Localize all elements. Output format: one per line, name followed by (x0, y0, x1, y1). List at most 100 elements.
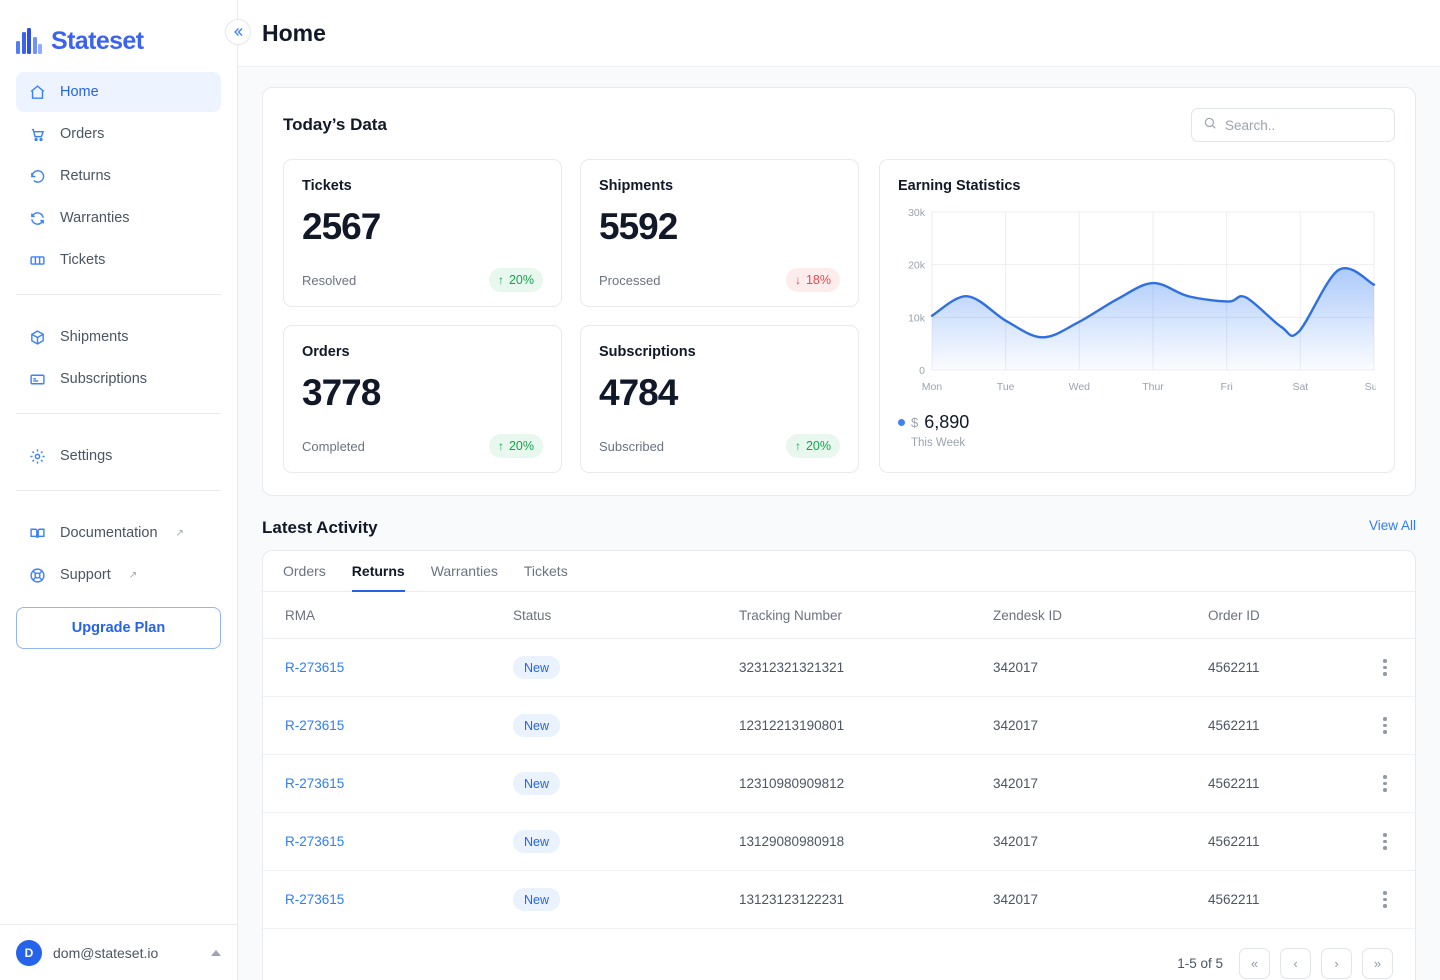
external-link-icon: ↗ (176, 528, 184, 539)
sidebar-item-settings[interactable]: Settings (16, 436, 221, 476)
pagination-first-button[interactable]: « (1239, 948, 1270, 979)
page-title: Home (262, 20, 326, 47)
view-all-link[interactable]: View All (1369, 518, 1416, 533)
stat-card-sublabel: Subscribed (599, 439, 664, 454)
column-header-tracking: Tracking Number (739, 592, 993, 639)
sidebar-item-returns[interactable]: Returns (16, 156, 221, 196)
stat-card-subscriptions[interactable]: Subscriptions 4784 Subscribed ↑ 20% (580, 325, 859, 473)
table-header-row: RMA Status Tracking Number Zendesk ID Or… (263, 592, 1415, 639)
sidebar-item-label: Subscriptions (60, 371, 147, 387)
brand[interactable]: Stateset (0, 0, 237, 62)
sidebar-item-shipments[interactable]: Shipments (16, 317, 221, 357)
stat-card-label: Tickets (302, 178, 543, 194)
sidebar-item-documentation[interactable]: Documentation ↗ (16, 513, 221, 553)
search-icon (1203, 116, 1217, 135)
tab-returns[interactable]: Returns (352, 551, 405, 592)
stat-card-footer: Completed ↑ 20% (302, 434, 543, 458)
stat-card-orders[interactable]: Orders 3778 Completed ↑ 20% (283, 325, 562, 473)
sidebar-nav: Home Orders Returns Warranties Tickets (0, 62, 237, 282)
order-id: 4562211 (1208, 892, 1260, 907)
content-canvas: Today’s Data Tickets 2567 (238, 66, 1440, 980)
row-actions-menu-icon[interactable] (1355, 891, 1415, 908)
earning-chart: 010k20k30kMonTueWedThurFriSatSun (898, 204, 1376, 404)
stat-card-value: 3778 (302, 372, 543, 414)
stat-cards-row-1: Tickets 2567 Resolved ↑ 20% (283, 159, 859, 307)
upgrade-plan-button[interactable]: Upgrade Plan (16, 607, 221, 649)
table-row[interactable]: R-273615New123122131908013420174562211 (263, 697, 1415, 755)
tab-tickets[interactable]: Tickets (524, 551, 568, 592)
upgrade-plan-container: Upgrade Plan (0, 597, 237, 649)
stat-card-value: 5592 (599, 206, 840, 248)
cart-icon (28, 125, 46, 143)
search-box[interactable] (1191, 108, 1395, 142)
user-account-bar[interactable]: D dom@stateset.io (0, 924, 237, 980)
tab-orders[interactable]: Orders (283, 551, 326, 592)
caret-up-icon[interactable] (211, 950, 221, 956)
arrow-up-icon: ↑ (795, 439, 801, 453)
search-input[interactable] (1225, 118, 1383, 133)
sidebar-item-label: Home (60, 84, 99, 100)
sidebar-item-label: Documentation (60, 525, 158, 541)
stat-card-tickets[interactable]: Tickets 2567 Resolved ↑ 20% (283, 159, 562, 307)
status-badge: New (513, 772, 560, 795)
row-actions-menu-icon[interactable] (1355, 775, 1415, 792)
home-icon (28, 83, 46, 101)
table-row[interactable]: R-273615New131231231222313420174562211 (263, 871, 1415, 929)
svg-text:Mon: Mon (922, 381, 943, 393)
zendesk-id: 342017 (993, 776, 1038, 791)
table-row[interactable]: R-273615New323123213213213420174562211 (263, 639, 1415, 697)
status-badge: ↑ 20% (489, 434, 543, 458)
avatar: D (16, 940, 42, 966)
rma-link[interactable]: R-273615 (285, 892, 344, 907)
delta-value: 20% (806, 439, 831, 453)
activity-tabs: Orders Returns Warranties Tickets (263, 551, 1415, 592)
chart-amount: 6,890 (924, 412, 969, 433)
rma-link[interactable]: R-273615 (285, 834, 344, 849)
sidebar-item-orders[interactable]: Orders (16, 114, 221, 154)
status-badge: ↑ 20% (786, 434, 840, 458)
zendesk-id: 342017 (993, 892, 1038, 907)
pagination-last-button[interactable]: » (1362, 948, 1393, 979)
table-row[interactable]: R-273615New123109809098123420174562211 (263, 755, 1415, 813)
rma-link[interactable]: R-273615 (285, 718, 344, 733)
rma-link[interactable]: R-273615 (285, 776, 344, 791)
row-actions-menu-icon[interactable] (1355, 833, 1415, 850)
stat-card-value: 4784 (599, 372, 840, 414)
sidebar-item-support[interactable]: Support ↗ (16, 555, 221, 595)
stat-cards-column: Tickets 2567 Resolved ↑ 20% (283, 159, 859, 473)
sidebar-item-warranties[interactable]: Warranties (16, 198, 221, 238)
chart-title: Earning Statistics (898, 178, 1376, 194)
sidebar-item-subscriptions[interactable]: Subscriptions (16, 359, 221, 399)
tracking-number: 12310980909812 (739, 776, 844, 791)
stats-and-chart-grid: Tickets 2567 Resolved ↑ 20% (283, 159, 1395, 473)
sidebar-item-tickets[interactable]: Tickets (16, 240, 221, 280)
sidebar-item-label: Warranties (60, 210, 130, 226)
svg-text:10k: 10k (908, 312, 926, 324)
order-id: 4562211 (1208, 718, 1260, 733)
sidebar-item-label: Settings (60, 448, 112, 464)
tab-warranties[interactable]: Warranties (431, 551, 498, 592)
sidebar-collapse-button[interactable] (225, 19, 251, 45)
row-actions-menu-icon[interactable] (1355, 717, 1415, 734)
rma-link[interactable]: R-273615 (285, 660, 344, 675)
order-id: 4562211 (1208, 660, 1260, 675)
refresh-icon (28, 209, 46, 227)
stat-card-footer: Processed ↓ 18% (599, 268, 840, 292)
main-content: Home Today’s Data (238, 0, 1440, 980)
sidebar-divider (16, 413, 221, 414)
pagination-next-button[interactable]: › (1321, 948, 1352, 979)
stat-card-sublabel: Completed (302, 439, 365, 454)
app-root: Stateset Home Orders Returns Warranties … (0, 0, 1440, 980)
chart-amount-row: $ 6,890 (898, 412, 1376, 433)
table-row[interactable]: R-273615New131290809809183420174562211 (263, 813, 1415, 871)
chart-period-label: This Week (911, 437, 1376, 449)
row-actions-menu-icon[interactable] (1355, 659, 1415, 676)
pagination-count: 1-5 of 5 (1177, 956, 1223, 971)
pagination-prev-button[interactable]: ‹ (1280, 948, 1311, 979)
returns-table: RMA Status Tracking Number Zendesk ID Or… (263, 592, 1415, 929)
sidebar-nav-settings: Settings (0, 426, 237, 478)
stat-card-shipments[interactable]: Shipments 5592 Processed ↓ 18% (580, 159, 859, 307)
card-icon (28, 370, 46, 388)
sidebar-item-home[interactable]: Home (16, 72, 221, 112)
todays-data-panel: Today’s Data Tickets 2567 (262, 87, 1416, 496)
